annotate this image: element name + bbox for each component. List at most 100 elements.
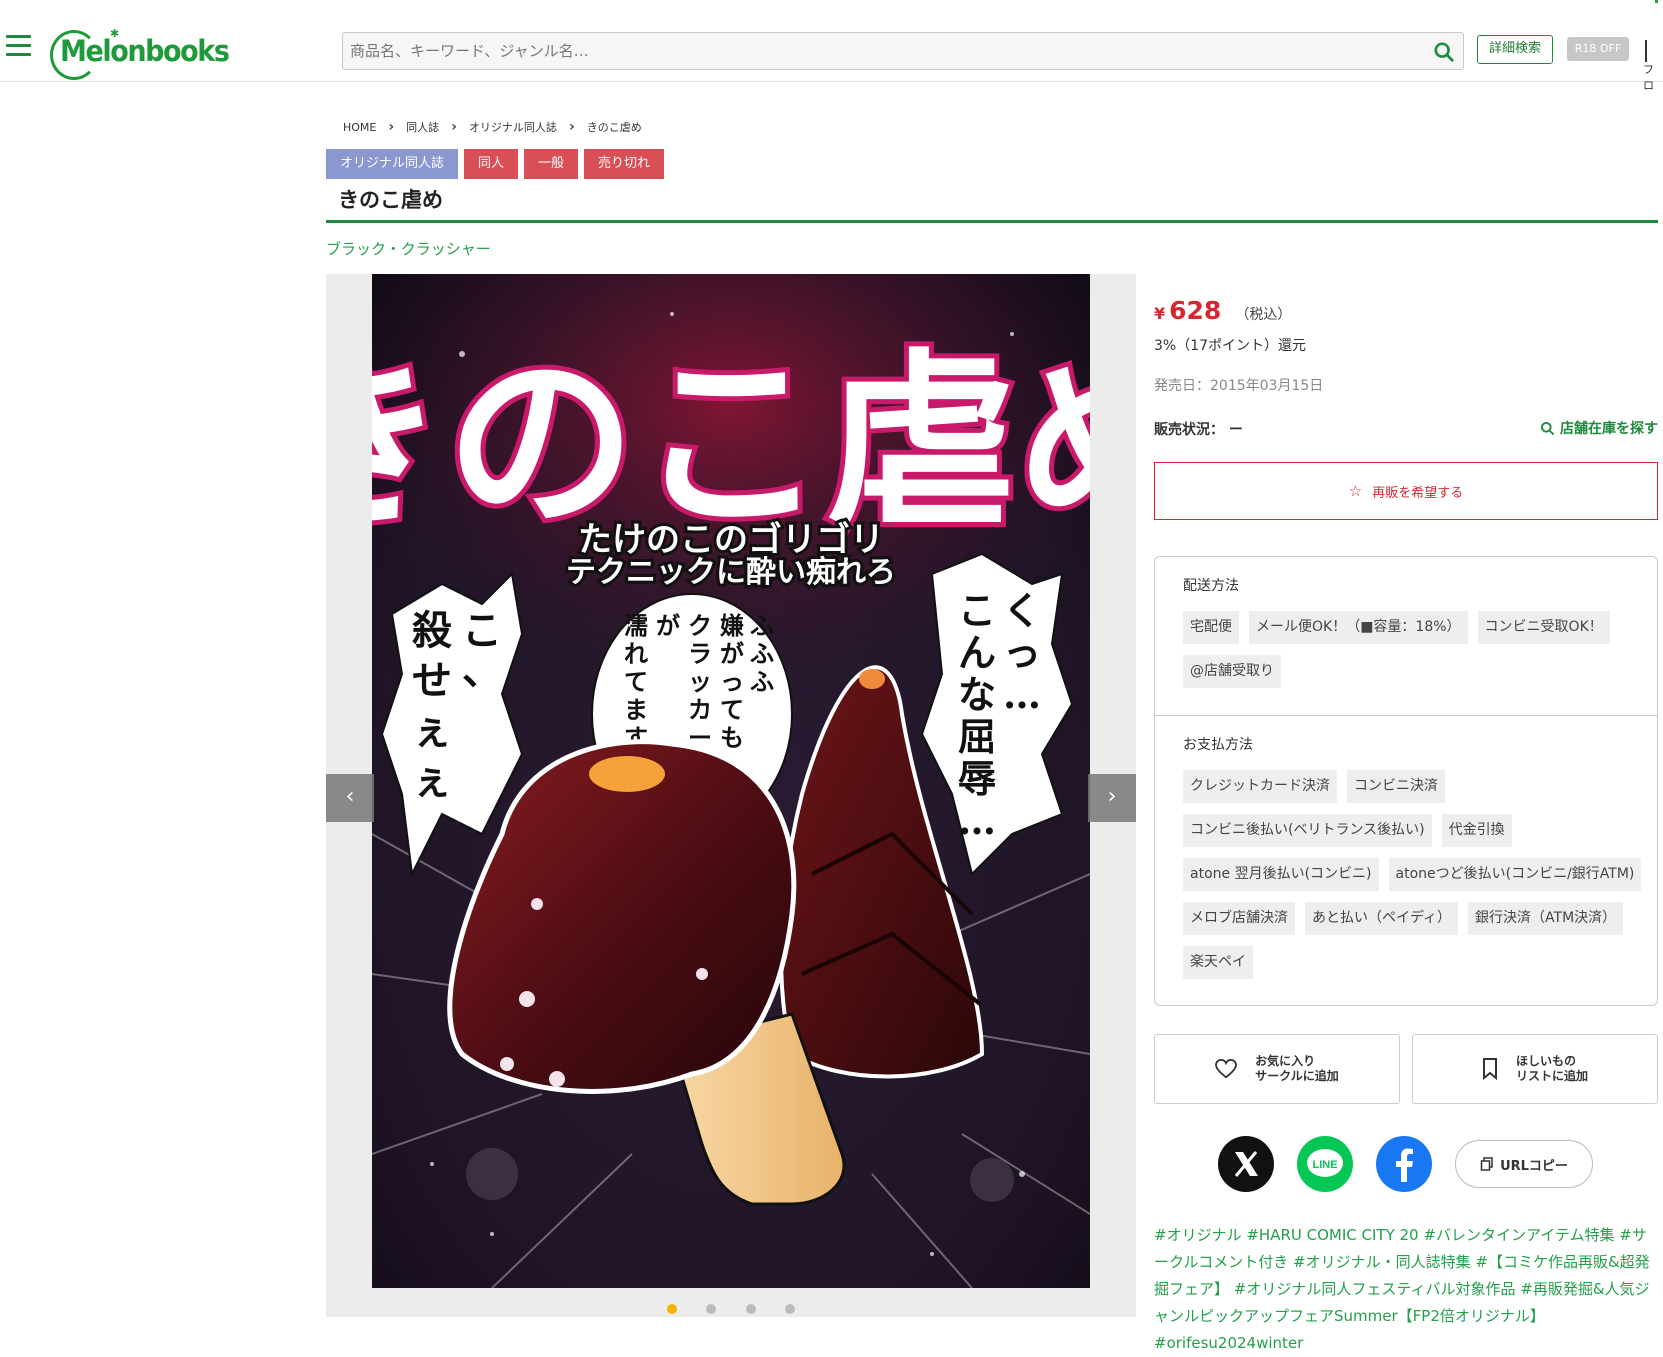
hashtag-link[interactable]: #HARU COMIC CITY 20 (1246, 1226, 1418, 1244)
tag-general[interactable]: 一般 (524, 149, 579, 179)
wishlist-line-2: リストに追加 (1515, 1069, 1588, 1083)
menu-icon[interactable] (6, 35, 31, 56)
favorite-line-2: サークルに追加 (1255, 1069, 1339, 1083)
svg-text:ん: ん (958, 630, 996, 675)
svg-text:カ: カ (688, 695, 712, 724)
payment-chip: 楽天ペイ (1183, 946, 1253, 979)
carousel-dot[interactable] (706, 1304, 717, 1314)
svg-text:ク: ク (688, 611, 712, 640)
hashtag-link[interactable]: #バレンタインアイテム特集 (1423, 1226, 1614, 1244)
svg-text:く: く (1003, 588, 1041, 633)
advanced-search-button[interactable]: 詳細検索 (1477, 35, 1553, 64)
hashtag-list: #オリジナル #HARU COMIC CITY 20 #バレンタインアイテム特集… (1154, 1222, 1660, 1357)
release-date: 発売日：2015年03月15日 (1154, 378, 1324, 394)
payment-chip: クレジットカード決済 (1183, 770, 1337, 803)
svg-text:ふ: ふ (750, 639, 774, 668)
carousel-dots (326, 1299, 1136, 1317)
cover-image[interactable]: きのこ虐め たけのこのゴリゴリ テクニックに酔い痴れろ こ 、 殺 せ ぇ ぇ … (372, 274, 1090, 1288)
page-title: きのこ虐め (338, 188, 443, 212)
svg-text:こ: こ (958, 588, 996, 633)
svg-text:ま: ま (624, 695, 648, 724)
heart-icon (1215, 1059, 1238, 1079)
svg-text:っ: っ (1003, 630, 1041, 675)
r18-toggle-button[interactable]: R18 OFF (1567, 37, 1629, 61)
currency-symbol: ¥ (1154, 304, 1166, 323)
svg-text:ッ: ッ (688, 667, 712, 696)
svg-text:、: 、 (462, 647, 502, 694)
svg-text:嫌: 嫌 (720, 611, 744, 640)
x-share-icon[interactable] (1218, 1136, 1274, 1192)
breadcrumb-original-doujinshi[interactable]: オリジナル同人誌 (469, 119, 557, 135)
hashtag-link[interactable]: #オリジナル・同人誌特集 (1293, 1253, 1471, 1271)
shipping-title: 配送方法 (1183, 578, 1239, 594)
carousel-prev-button[interactable]: ‹ (326, 774, 374, 822)
tax-note: （税込） (1235, 307, 1292, 323)
payment-chip: atone 翌月後払い(コンビニ) (1183, 858, 1379, 891)
restock-request-button[interactable]: ☆ 再販を希望する (1154, 462, 1658, 520)
shipping-chip: メール便OK！（■容量：18%） (1249, 611, 1468, 644)
hashtag-link[interactable]: #オリジナル同人フェスティバル対象作品 (1234, 1280, 1516, 1298)
search-input[interactable] (343, 33, 1423, 69)
payment-title: お支払方法 (1183, 737, 1253, 753)
points-info: 3%（17ポイント）還元 (1154, 338, 1307, 354)
title-underline (326, 220, 1658, 223)
breadcrumb-home[interactable]: HOME (343, 121, 376, 134)
payment-chip: コンビニ後払い(ベリトランス後払い) (1183, 814, 1432, 847)
facebook-share-icon[interactable] (1376, 1136, 1432, 1192)
payment-chip: メロブ店舗決済 (1183, 902, 1295, 935)
price-value: 628 (1169, 296, 1222, 325)
payment-methods: クレジットカード決済 コンビニ決済 コンビニ後払い(ベリトランス後払い) 代金引… (1183, 770, 1643, 979)
chevron-right-icon: › (568, 119, 575, 135)
bookmark-icon (1482, 1058, 1497, 1080)
hashtag-link[interactable]: #orifesu2024winter (1154, 1334, 1303, 1352)
breadcrumb-doujinshi[interactable]: 同人誌 (406, 119, 439, 135)
melonbooks-logo[interactable]: ✱ Melonbooks (50, 20, 230, 80)
carousel-dot[interactable] (667, 1304, 678, 1314)
tag-doujin[interactable]: 同人 (464, 149, 519, 179)
tag-original-doujinshi[interactable]: オリジナル同人誌 (326, 149, 459, 179)
svg-text:が: が (720, 639, 744, 668)
svg-text:…: … (958, 798, 996, 843)
shipping-chip: コンビニ受取OK！ (1477, 611, 1610, 644)
svg-text:濡: 濡 (624, 611, 648, 640)
svg-text:っ: っ (720, 667, 744, 696)
svg-text:て: て (720, 695, 744, 724)
wishlist-label: ほしいもの リストに追加 (1516, 1054, 1588, 1084)
svg-text:殺: 殺 (412, 607, 452, 654)
cover-subtitle-2: テクニックに酔い痴れろ (566, 555, 896, 590)
carousel-next-button[interactable]: › (1088, 774, 1136, 822)
svg-text:ぇ: ぇ (412, 757, 452, 804)
svg-text:ふ: ふ (750, 611, 774, 640)
site-header: ✱ Melonbooks 詳細検索 R18 OFF フロ (0, 0, 1663, 92)
svg-text:が: が (656, 611, 680, 640)
carousel-dot[interactable] (745, 1304, 756, 1314)
search-icon[interactable] (1433, 41, 1455, 63)
carousel-dot[interactable] (784, 1304, 795, 1314)
header-cut-text[interactable]: フロ (1643, 61, 1663, 93)
wishlist-line-1: ほしいもの (1515, 1054, 1576, 1068)
favorite-circle-button[interactable]: お気に入り サークルに追加 (1154, 1034, 1400, 1104)
circle-name-link[interactable]: ブラック・クラッシャー (326, 238, 491, 259)
hashtag-link[interactable]: #オリジナル (1154, 1226, 1242, 1244)
search-bar (342, 32, 1464, 70)
favorite-line-1: お気に入り (1255, 1054, 1316, 1068)
payment-chip: atoneつど後払い(コンビニ/銀行ATM) (1388, 858, 1642, 891)
store-stock-search-label: 店舗在庫を探す (1560, 421, 1658, 437)
breadcrumb-current: きのこ虐め (586, 121, 642, 134)
tag-sold-out[interactable]: 売り切れ (584, 149, 665, 179)
svg-text:て: て (624, 667, 648, 696)
svg-text:れ: れ (624, 639, 648, 668)
svg-text:…: … (1003, 672, 1041, 717)
favorite-circle-label: お気に入り サークルに追加 (1255, 1054, 1339, 1084)
payment-chip: コンビニ決済 (1347, 770, 1445, 803)
star-icon: ☆ (1348, 482, 1363, 500)
url-copy-button[interactable]: URLコピー (1455, 1140, 1593, 1188)
search-icon (1540, 421, 1555, 435)
header-accent-dot (1655, 0, 1658, 3)
breadcrumb: HOME › 同人誌 › オリジナル同人誌 › きのこ虐め (343, 119, 642, 135)
store-stock-search-link[interactable]: 店舗在庫を探す (1540, 418, 1658, 438)
wishlist-button[interactable]: ほしいもの リストに追加 (1412, 1034, 1658, 1104)
product-image-carousel: きのこ虐め たけのこのゴリゴリ テクニックに酔い痴れろ こ 、 殺 せ ぇ ぇ … (326, 274, 1136, 1317)
line-share-icon[interactable]: LINE (1297, 1136, 1353, 1192)
payment-chip: 銀行決済（ATM決済） (1468, 902, 1624, 935)
